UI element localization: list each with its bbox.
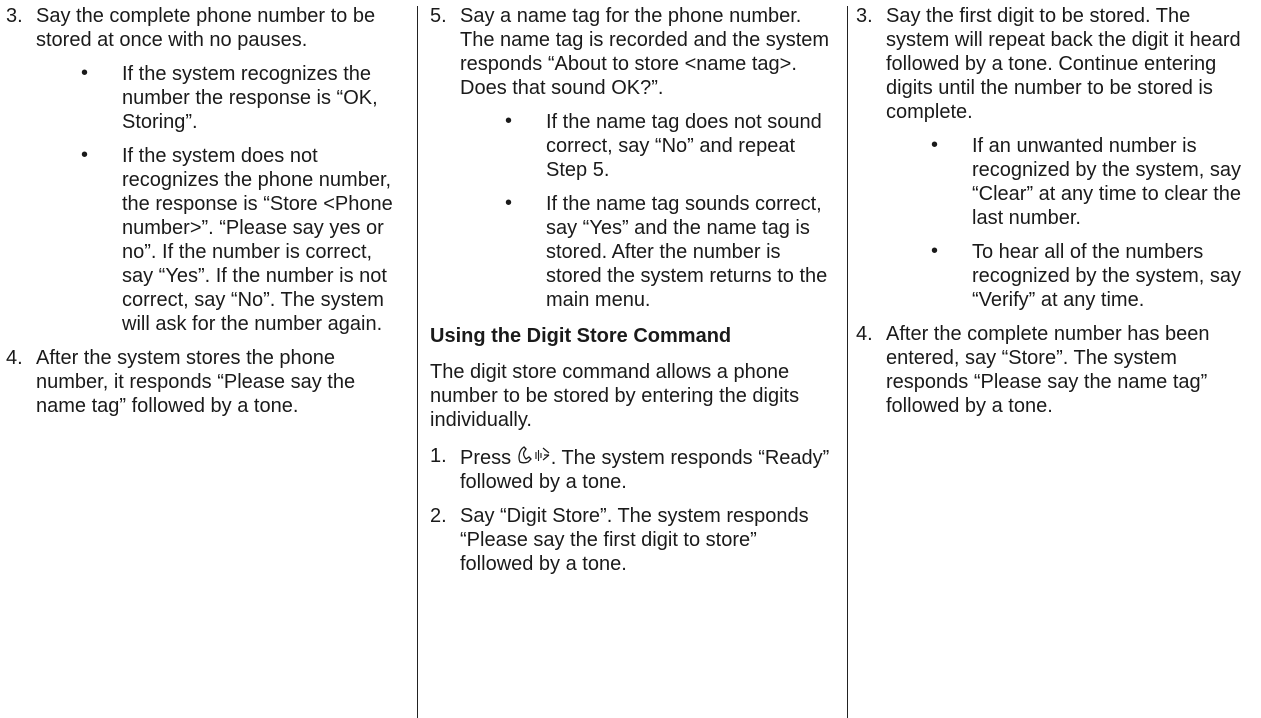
column-3: 3. Say the first digit to be stored. The… — [856, 4, 1256, 428]
bullet-marker: • — [505, 110, 513, 132]
bullet-marker: • — [931, 134, 939, 156]
bullet-item: • If the name tag does not sound correct… — [460, 110, 832, 182]
step-text: Say a name tag for the phone number. The… — [460, 5, 830, 99]
step-number: 4. — [6, 347, 23, 369]
bullet-item: • To hear all of the numbers recognized … — [886, 240, 1256, 312]
bullet-text: If the system recognizes the number the … — [122, 63, 378, 133]
bullet-marker: • — [81, 62, 89, 84]
bullet-item: • If the system does not recognizes the … — [36, 144, 402, 336]
step-4: 4. After the system stores the phone num… — [6, 346, 402, 418]
step-text-before: Press — [460, 447, 512, 469]
step-1: 1. Press . The system responds “Ready” f… — [430, 444, 832, 494]
step-number: 1. — [430, 445, 447, 467]
step-text: After the system stores the phone number… — [36, 347, 356, 417]
step-number: 3. — [6, 5, 23, 27]
bullet-item: • If an unwanted number is recognized by… — [886, 134, 1256, 230]
step-number: 2. — [430, 505, 447, 527]
bullet-text: If the name tag sounds correct, say “Yes… — [546, 193, 828, 311]
step-4: 4. After the complete number has been en… — [856, 322, 1256, 418]
phone-voice-icon — [517, 444, 551, 464]
section-intro: The digit store command allows a phone n… — [430, 361, 800, 431]
step-5: 5. Say a name tag for the phone number. … — [430, 4, 832, 312]
step-number: 4. — [856, 323, 873, 345]
bullet-list: • If the name tag does not sound correct… — [460, 110, 832, 312]
column-2: 5. Say a name tag for the phone number. … — [430, 4, 832, 586]
bullet-text: If an unwanted number is recognized by t… — [972, 135, 1242, 229]
step-3: 3. Say the first digit to be stored. The… — [856, 4, 1256, 312]
bullet-text: If the name tag does not sound correct, … — [546, 111, 822, 181]
step-text: Say the first digit to be stored. The sy… — [886, 5, 1241, 123]
bullet-list: • If an unwanted number is recognized by… — [886, 134, 1256, 312]
step-number: 3. — [856, 5, 873, 27]
column-divider-right — [847, 6, 848, 718]
bullet-marker: • — [931, 240, 939, 262]
bullet-text: If the system does not recognizes the ph… — [122, 145, 393, 335]
section-heading: Using the Digit Store Command — [430, 325, 732, 347]
step-text-after: . The system responds “Ready” followed b… — [460, 447, 830, 493]
column-divider-left — [417, 6, 418, 718]
bullet-list: • If the system recognizes the number th… — [36, 62, 402, 336]
step-2: 2. Say “Digit Store”. The system respond… — [430, 504, 832, 576]
step-text: Say the complete phone number to be stor… — [36, 5, 376, 51]
column-1: 3. Say the complete phone number to be s… — [6, 4, 402, 428]
step-number: 5. — [430, 5, 447, 27]
bullet-item: • If the system recognizes the number th… — [36, 62, 402, 134]
bullet-text: To hear all of the numbers recognized by… — [972, 241, 1242, 311]
step-text: Say “Digit Store”. The system responds “… — [460, 505, 809, 575]
bullet-marker: • — [81, 144, 89, 166]
step-text: Press . The system responds “Ready” foll… — [460, 444, 832, 494]
step-3: 3. Say the complete phone number to be s… — [6, 4, 402, 336]
bullet-item: • If the name tag sounds correct, say “Y… — [460, 192, 832, 312]
step-text: After the complete number has been enter… — [886, 323, 1210, 417]
bullet-marker: • — [505, 192, 513, 214]
